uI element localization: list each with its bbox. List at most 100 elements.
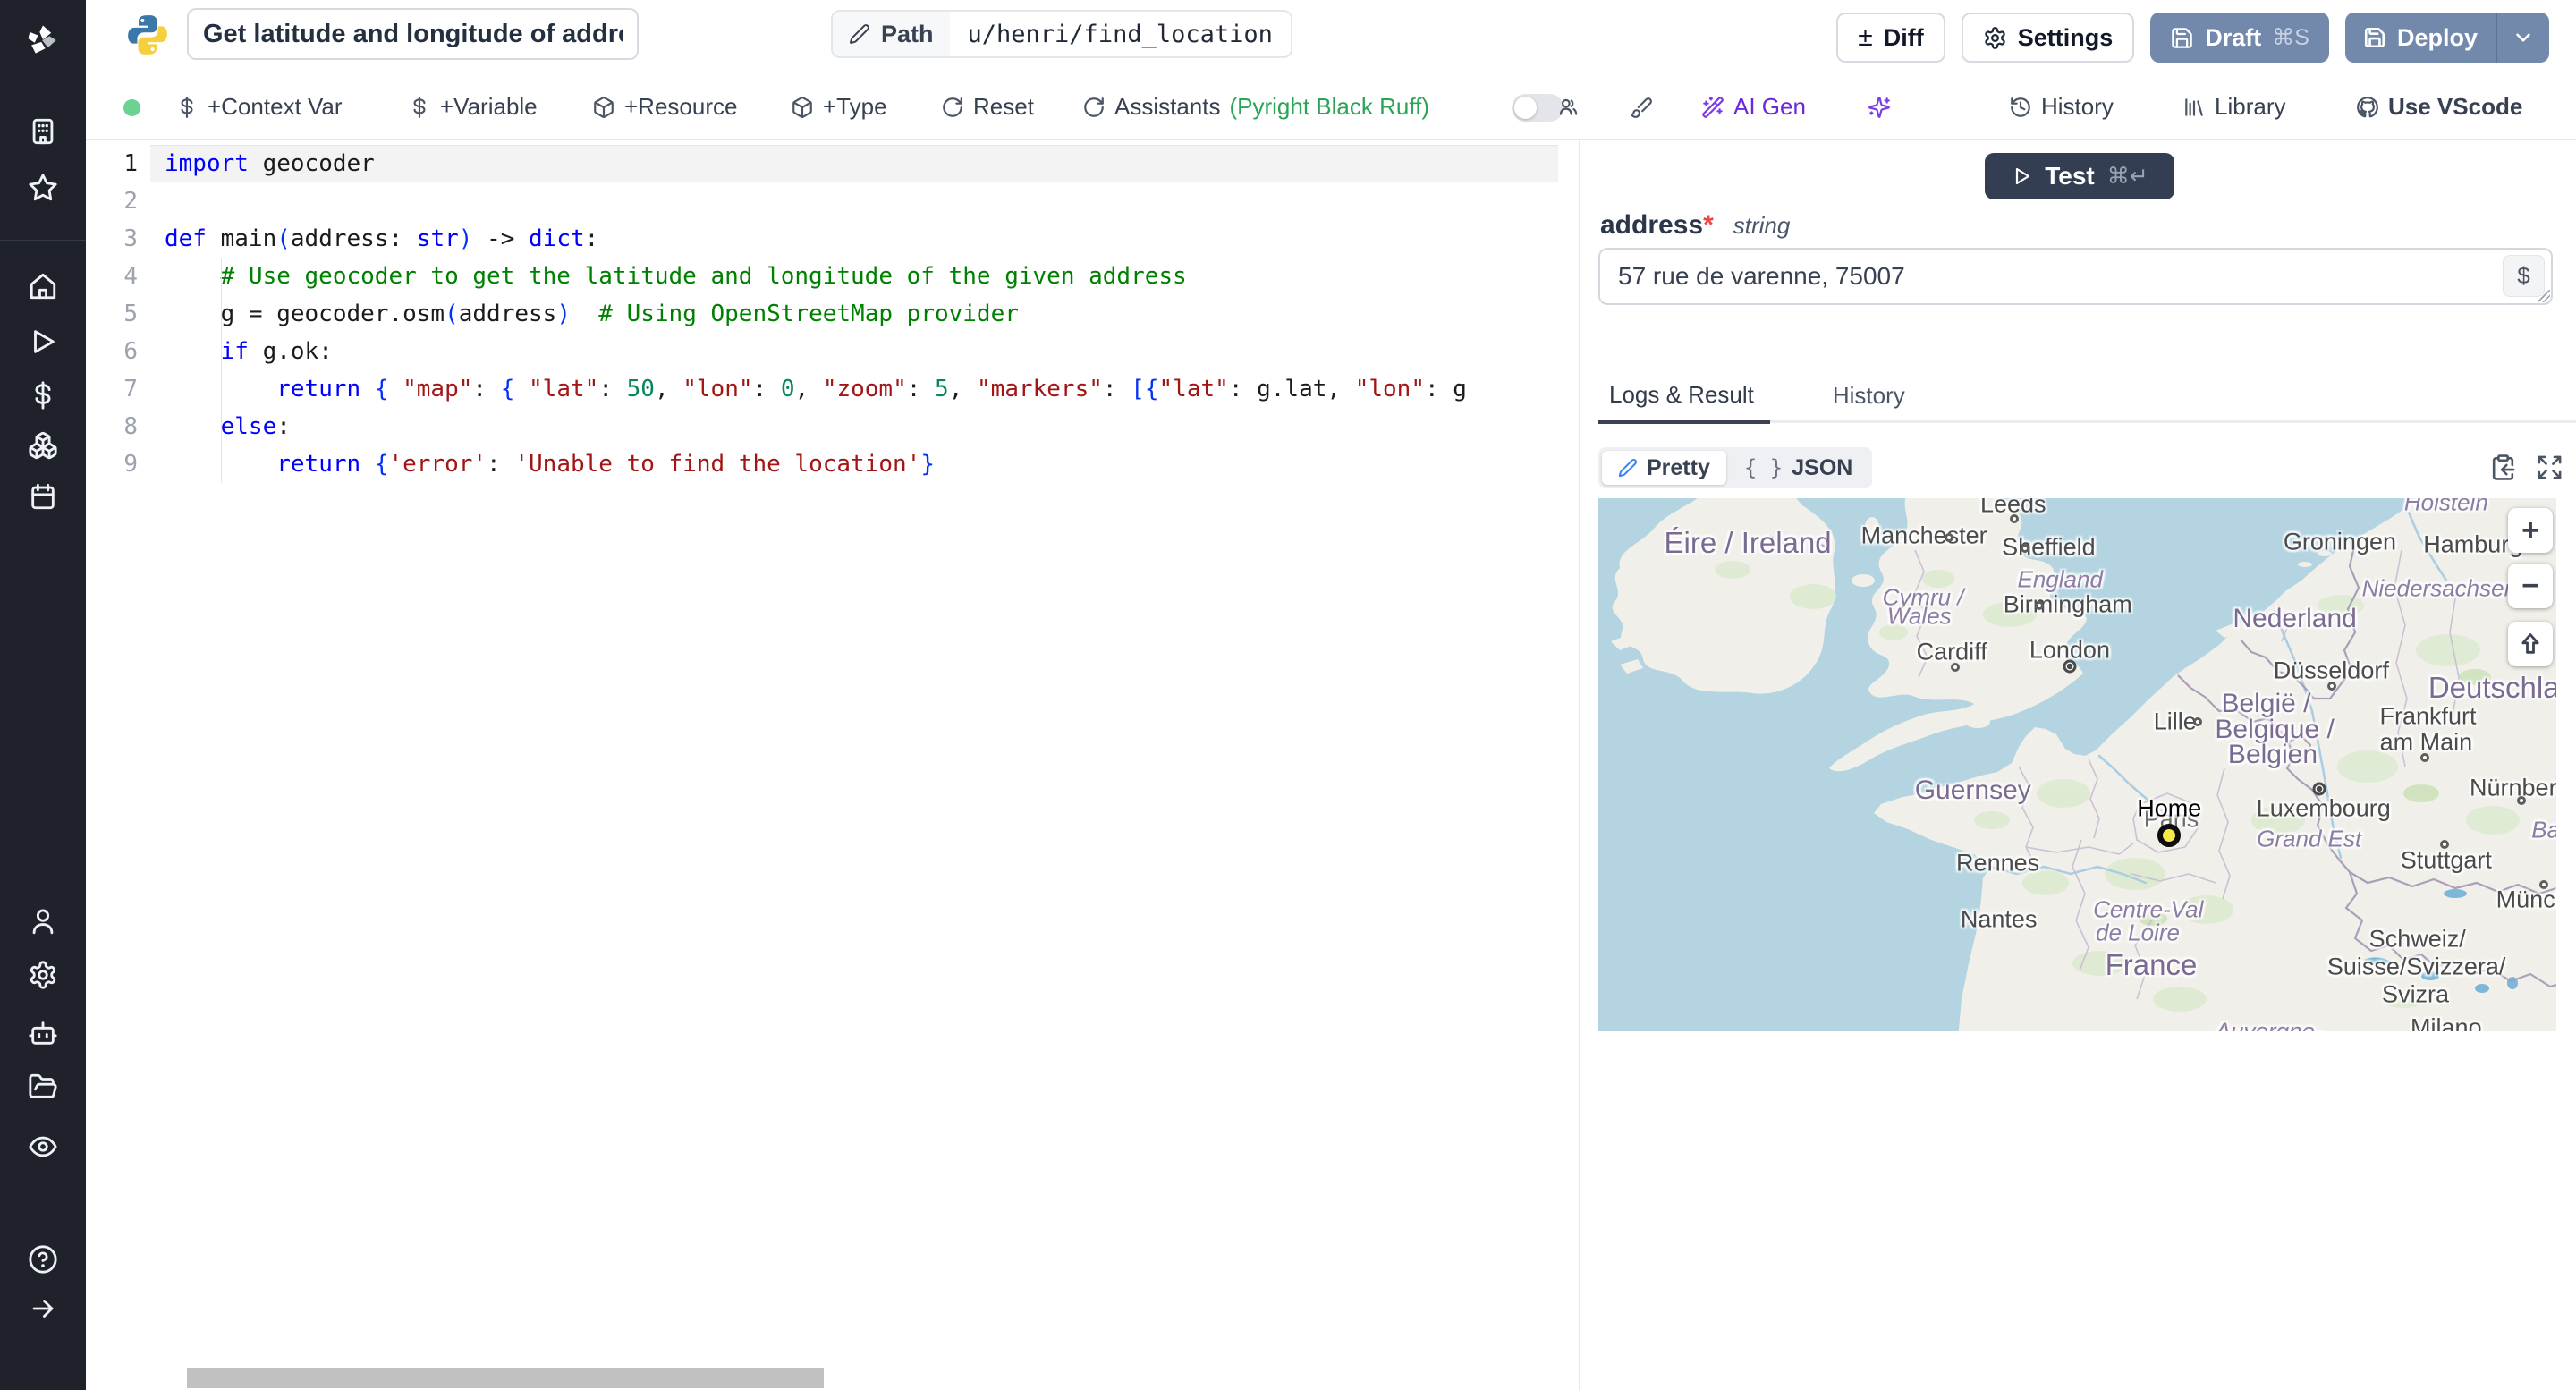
history-button[interactable]: History xyxy=(2009,75,2114,139)
ai-gen-button[interactable]: AI Gen xyxy=(1701,75,1806,139)
chevron-down-icon xyxy=(2516,33,2530,42)
deploy-more-button[interactable] xyxy=(2497,13,2549,63)
pretty-toggle[interactable]: Pretty xyxy=(1602,451,1726,485)
add-variable-button[interactable]: +Variable xyxy=(408,75,538,139)
map-zoom-out-button[interactable]: − xyxy=(2508,564,2553,608)
sidebar-item-workspace[interactable] xyxy=(0,114,86,149)
dollar-icon xyxy=(181,96,193,118)
map-city-dot xyxy=(2420,753,2430,763)
script-title-input[interactable] xyxy=(187,8,639,60)
map-label: Wales xyxy=(1886,602,1952,630)
sidebar xyxy=(0,0,86,1390)
map-city-dot xyxy=(2020,544,2029,554)
map-label: Lille xyxy=(2153,708,2197,735)
sidebar-item-favorites[interactable] xyxy=(0,170,86,206)
test-shortcut: ⌘↵ xyxy=(2106,164,2148,189)
library-button[interactable]: Library xyxy=(2182,75,2285,139)
diff-button[interactable]: ± Diff xyxy=(1836,13,1945,63)
map-city-dot xyxy=(2312,782,2326,796)
eye-icon xyxy=(29,1136,57,1157)
clipboard-copy-icon xyxy=(2492,454,2515,480)
home-marker[interactable] xyxy=(2157,823,2182,847)
expand-result-button[interactable] xyxy=(2536,453,2563,481)
result-map[interactable]: Éire / Ireland Manchester Sheffield Leeds Gr… xyxy=(1598,498,2556,1031)
sidebar-item-folders[interactable] xyxy=(0,1069,86,1105)
address-input[interactable] xyxy=(1598,248,2553,305)
code-line[interactable]: 9 return {'error': 'Unable to find the l… xyxy=(86,445,1558,483)
code-text: def main(address: str) -> dict: xyxy=(165,225,599,252)
settings-label: Settings xyxy=(2017,23,2114,51)
path-button[interactable]: Path u/henri/find_location xyxy=(831,10,1292,58)
calendar-icon xyxy=(31,483,55,510)
add-context-var-button[interactable]: +Context Var xyxy=(175,75,343,139)
code-line[interactable]: 4 # Use geocoder to get the latitude and… xyxy=(86,258,1558,295)
reset-button[interactable]: Reset xyxy=(941,75,1034,139)
code-text: g = geocoder.osm(address) # Using OpenSt… xyxy=(165,301,1019,327)
building-icon xyxy=(32,118,54,145)
collab-users-button[interactable] xyxy=(1556,75,1580,139)
gear-icon xyxy=(30,961,56,989)
map-label: Groningen xyxy=(2283,528,2396,555)
add-type-button[interactable]: +Type xyxy=(791,75,887,139)
map-label: Éire / Ireland xyxy=(1664,526,1832,560)
test-button[interactable]: Test ⌘↵ xyxy=(1985,153,2174,199)
boxes-icon xyxy=(29,431,57,460)
path-value: u/henri/find_location xyxy=(949,12,1291,56)
resize-handle[interactable] xyxy=(2538,290,2550,302)
format-brush-button[interactable] xyxy=(1630,75,1653,139)
horizontal-scrollbar[interactable] xyxy=(187,1368,824,1388)
sidebar-item-audit-logs[interactable] xyxy=(0,1129,86,1165)
line-number: 8 xyxy=(123,413,138,440)
code-lines: 1 import geocoder 2 3 def main(address: str)… xyxy=(86,145,1558,483)
sparkles-button[interactable] xyxy=(1868,75,1891,139)
pen-icon xyxy=(1618,459,1637,478)
sidebar-item-users[interactable] xyxy=(0,903,86,939)
deploy-button[interactable]: Deploy xyxy=(2345,13,2496,63)
code-text: import geocoder xyxy=(150,145,1558,182)
deploy-label: Deploy xyxy=(2396,23,2478,51)
gear-icon xyxy=(1985,26,2005,49)
code-line[interactable]: 6 if g.ok: xyxy=(86,333,1558,370)
add-resource-label: +Resource xyxy=(624,93,738,120)
sidebar-item-home[interactable] xyxy=(0,268,86,304)
use-vscode-button[interactable]: Use VScode xyxy=(2356,75,2522,139)
line-number: 2 xyxy=(123,188,138,215)
map-label: Nederland xyxy=(2233,604,2357,634)
sparkles-icon xyxy=(1868,96,1890,118)
windmill-logo[interactable] xyxy=(0,18,86,63)
editor-toolbar: +Context Var +Variable +Resource +Type R… xyxy=(86,75,2576,140)
map-label: Frankfurt xyxy=(2379,702,2477,730)
code-line[interactable]: 2 xyxy=(86,182,1558,220)
sidebar-item-runs[interactable] xyxy=(0,324,86,360)
code-text: return {'error': 'Unable to find the loc… xyxy=(276,451,935,478)
add-resource-button[interactable]: +Resource xyxy=(592,75,737,139)
sidebar-item-help[interactable] xyxy=(0,1242,86,1277)
code-line[interactable]: 7 return { "map": { "lat": 50, "lon": 0,… xyxy=(86,370,1558,408)
sidebar-item-workers[interactable] xyxy=(0,1015,86,1051)
sidebar-item-settings[interactable] xyxy=(0,957,86,993)
paintbrush-icon xyxy=(1631,97,1652,118)
sidebar-item-resources[interactable] xyxy=(0,428,86,463)
assistants-button[interactable]: Assistants (Pyright Black Ruff) xyxy=(1082,75,1429,139)
map-reset-view-button[interactable] xyxy=(2508,622,2553,666)
settings-button[interactable]: Settings xyxy=(1961,13,2135,63)
sidebar-item-schedules[interactable] xyxy=(0,479,86,514)
map-zoom-in-button[interactable]: + xyxy=(2508,508,2553,553)
json-toggle[interactable]: { } JSON xyxy=(1728,451,1868,485)
tab-history[interactable]: History xyxy=(1822,382,1921,420)
code-editor[interactable]: 1 import geocoder 2 3 def main(address: str)… xyxy=(86,140,1579,1390)
sidebar-item-variables[interactable] xyxy=(0,377,86,413)
map-city-dot xyxy=(2517,795,2527,805)
draft-button[interactable]: Draft ⌘S xyxy=(2150,13,2329,63)
path-label: Path xyxy=(881,20,934,47)
code-line[interactable]: 3 def main(address: str) -> dict: xyxy=(86,220,1558,258)
code-line[interactable]: 5 g = geocoder.osm(address) # Using Open… xyxy=(86,295,1558,333)
copy-result-button[interactable] xyxy=(2489,453,2517,481)
code-line[interactable]: 1 import geocoder xyxy=(86,145,1558,182)
tab-logs-result[interactable]: Logs & Result xyxy=(1598,381,1770,424)
sidebar-item-collapse[interactable] xyxy=(0,1291,86,1326)
line-number: 4 xyxy=(123,263,138,290)
result-view-toggle: Pretty { } JSON xyxy=(1598,447,1873,488)
add-type-label: +Type xyxy=(823,93,887,120)
code-line[interactable]: 8 else: xyxy=(86,408,1558,445)
